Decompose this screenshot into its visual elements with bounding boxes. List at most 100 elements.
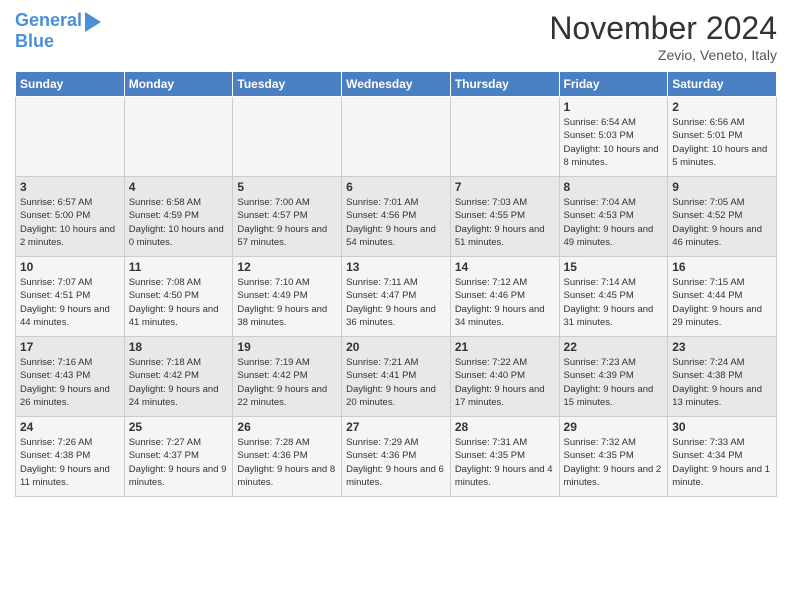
- table-row: 20 Sunrise: 7:21 AMSunset: 4:41 PMDayligh…: [342, 337, 451, 417]
- day-info: Sunrise: 7:26 AMSunset: 4:38 PMDaylight:…: [20, 436, 120, 489]
- location-subtitle: Zevio, Veneto, Italy: [549, 47, 777, 63]
- table-row: 9 Sunrise: 7:05 AMSunset: 4:52 PMDaylight…: [668, 177, 777, 257]
- table-row: 26Sunrise: 7:28 AMSunset: 4:36 PMDayligh…: [233, 417, 342, 497]
- table-row: 19Sunrise: 7:19 AMSunset: 4:42 PMDayligh…: [233, 337, 342, 417]
- table-row: 14Sunrise: 7:12 AMSunset: 4:46 PMDayligh…: [450, 257, 559, 337]
- table-row: 12 Sunrise: 7:10 AMSunset: 4:49 PMDayligh…: [233, 257, 342, 337]
- table-row: 8 Sunrise: 7:04 AMSunset: 4:53 PMDaylight…: [559, 177, 668, 257]
- logo-text-line2: Blue: [15, 32, 54, 52]
- calendar-table: Sunday Monday Tuesday Wednesday Thursday…: [15, 71, 777, 497]
- day-info: Sunrise: 6:58 AMSunset: 4:59 PMDaylight:…: [129, 196, 229, 249]
- day-number: 10: [20, 260, 120, 274]
- day-info: Sunrise: 7:07 AMSunset: 4:51 PMDaylight:…: [20, 276, 120, 329]
- day-info: Sunrise: 7:04 AMSunset: 4:53 PMDaylight:…: [564, 196, 664, 249]
- table-row: 18 Sunrise: 7:18 AMSunset: 4:42 PMDayligh…: [124, 337, 233, 417]
- calendar-week-row: 10 Sunrise: 7:07 AMSunset: 4:51 PMDayligh…: [16, 257, 777, 337]
- table-row: 10 Sunrise: 7:07 AMSunset: 4:51 PMDayligh…: [16, 257, 125, 337]
- day-number: 21: [455, 340, 555, 354]
- table-row: 13 Sunrise: 7:11 AMSunset: 4:47 PMDayligh…: [342, 257, 451, 337]
- day-info: Sunrise: 7:01 AMSunset: 4:56 PMDaylight:…: [346, 196, 446, 249]
- day-number: 5: [237, 180, 337, 194]
- day-number: 15: [564, 260, 664, 274]
- header: General Blue November 2024 Zevio, Veneto…: [15, 10, 777, 63]
- day-info: Sunrise: 7:24 AMSunset: 4:38 PMDaylight:…: [672, 356, 772, 409]
- table-row: 7Sunrise: 7:03 AMSunset: 4:55 PMDaylight…: [450, 177, 559, 257]
- day-number: 1: [564, 100, 664, 114]
- table-row: 5 Sunrise: 7:00 AMSunset: 4:57 PMDaylight…: [233, 177, 342, 257]
- day-number: 12: [237, 260, 337, 274]
- table-row: [450, 97, 559, 177]
- day-info: Sunrise: 7:33 AMSunset: 4:34 PMDaylight:…: [672, 436, 772, 489]
- title-block: November 2024 Zevio, Veneto, Italy: [549, 10, 777, 63]
- day-info: Sunrise: 7:18 AMSunset: 4:42 PMDaylight:…: [129, 356, 229, 409]
- day-number: 11: [129, 260, 229, 274]
- day-number: 4: [129, 180, 229, 194]
- page-container: General Blue November 2024 Zevio, Veneto…: [0, 0, 792, 502]
- day-number: 8: [564, 180, 664, 194]
- table-row: 21 Sunrise: 7:22 AMSunset: 4:40 PMDayligh…: [450, 337, 559, 417]
- table-row: 4 Sunrise: 6:58 AMSunset: 4:59 PMDaylight…: [124, 177, 233, 257]
- day-number: 3: [20, 180, 120, 194]
- day-info: Sunrise: 7:28 AMSunset: 4:36 PMDaylight:…: [237, 436, 337, 489]
- table-row: 27 Sunrise: 7:29 AMSunset: 4:36 PMDayligh…: [342, 417, 451, 497]
- month-title: November 2024: [549, 10, 777, 47]
- table-row: 28Sunrise: 7:31 AMSunset: 4:35 PMDayligh…: [450, 417, 559, 497]
- calendar-week-row: 3Sunrise: 6:57 AMSunset: 5:00 PMDaylight…: [16, 177, 777, 257]
- col-thursday: Thursday: [450, 72, 559, 97]
- day-info: Sunrise: 7:10 AMSunset: 4:49 PMDaylight:…: [237, 276, 337, 329]
- table-row: 3Sunrise: 6:57 AMSunset: 5:00 PMDaylight…: [16, 177, 125, 257]
- logo: General Blue: [15, 10, 101, 52]
- day-number: 18: [129, 340, 229, 354]
- table-row: 17 Sunrise: 7:16 AMSunset: 4:43 PMDayligh…: [16, 337, 125, 417]
- day-number: 6: [346, 180, 446, 194]
- day-number: 25: [129, 420, 229, 434]
- table-row: 11 Sunrise: 7:08 AMSunset: 4:50 PMDayligh…: [124, 257, 233, 337]
- table-row: 22 Sunrise: 7:23 AMSunset: 4:39 PMDayligh…: [559, 337, 668, 417]
- day-info: Sunrise: 7:15 AMSunset: 4:44 PMDaylight:…: [672, 276, 772, 329]
- day-info: Sunrise: 7:16 AMSunset: 4:43 PMDaylight:…: [20, 356, 120, 409]
- table-row: 1Sunrise: 6:54 AMSunset: 5:03 PMDaylight…: [559, 97, 668, 177]
- day-number: 17: [20, 340, 120, 354]
- header-row: Sunday Monday Tuesday Wednesday Thursday…: [16, 72, 777, 97]
- day-number: 20: [346, 340, 446, 354]
- day-info: Sunrise: 7:05 AMSunset: 4:52 PMDaylight:…: [672, 196, 772, 249]
- table-row: 30 Sunrise: 7:33 AMSunset: 4:34 PMDayligh…: [668, 417, 777, 497]
- day-number: 13: [346, 260, 446, 274]
- calendar-week-row: 24Sunrise: 7:26 AMSunset: 4:38 PMDayligh…: [16, 417, 777, 497]
- day-info: Sunrise: 7:11 AMSunset: 4:47 PMDaylight:…: [346, 276, 446, 329]
- table-row: 23Sunrise: 7:24 AMSunset: 4:38 PMDayligh…: [668, 337, 777, 417]
- day-number: 22: [564, 340, 664, 354]
- table-row: [16, 97, 125, 177]
- calendar-week-row: 17 Sunrise: 7:16 AMSunset: 4:43 PMDayligh…: [16, 337, 777, 417]
- day-number: 28: [455, 420, 555, 434]
- day-info: Sunrise: 7:14 AMSunset: 4:45 PMDaylight:…: [564, 276, 664, 329]
- table-row: [124, 97, 233, 177]
- day-info: Sunrise: 7:22 AMSunset: 4:40 PMDaylight:…: [455, 356, 555, 409]
- day-number: 7: [455, 180, 555, 194]
- col-sunday: Sunday: [16, 72, 125, 97]
- table-row: 24Sunrise: 7:26 AMSunset: 4:38 PMDayligh…: [16, 417, 125, 497]
- day-number: 19: [237, 340, 337, 354]
- day-info: Sunrise: 7:27 AMSunset: 4:37 PMDaylight:…: [129, 436, 229, 489]
- day-info: Sunrise: 7:29 AMSunset: 4:36 PMDaylight:…: [346, 436, 446, 489]
- day-info: Sunrise: 7:23 AMSunset: 4:39 PMDaylight:…: [564, 356, 664, 409]
- table-row: 15 Sunrise: 7:14 AMSunset: 4:45 PMDayligh…: [559, 257, 668, 337]
- col-friday: Friday: [559, 72, 668, 97]
- day-number: 27: [346, 420, 446, 434]
- day-info: Sunrise: 7:21 AMSunset: 4:41 PMDaylight:…: [346, 356, 446, 409]
- day-info: Sunrise: 7:32 AMSunset: 4:35 PMDaylight:…: [564, 436, 664, 489]
- col-monday: Monday: [124, 72, 233, 97]
- day-number: 2: [672, 100, 772, 114]
- day-number: 30: [672, 420, 772, 434]
- day-info: Sunrise: 7:08 AMSunset: 4:50 PMDaylight:…: [129, 276, 229, 329]
- day-number: 29: [564, 420, 664, 434]
- calendar-week-row: 1Sunrise: 6:54 AMSunset: 5:03 PMDaylight…: [16, 97, 777, 177]
- day-info: Sunrise: 6:56 AMSunset: 5:01 PMDaylight:…: [672, 116, 772, 169]
- col-tuesday: Tuesday: [233, 72, 342, 97]
- day-info: Sunrise: 7:12 AMSunset: 4:46 PMDaylight:…: [455, 276, 555, 329]
- table-row: [233, 97, 342, 177]
- logo-arrow-icon: [85, 12, 101, 32]
- day-info: Sunrise: 7:00 AMSunset: 4:57 PMDaylight:…: [237, 196, 337, 249]
- table-row: 2 Sunrise: 6:56 AMSunset: 5:01 PMDaylight…: [668, 97, 777, 177]
- day-number: 9: [672, 180, 772, 194]
